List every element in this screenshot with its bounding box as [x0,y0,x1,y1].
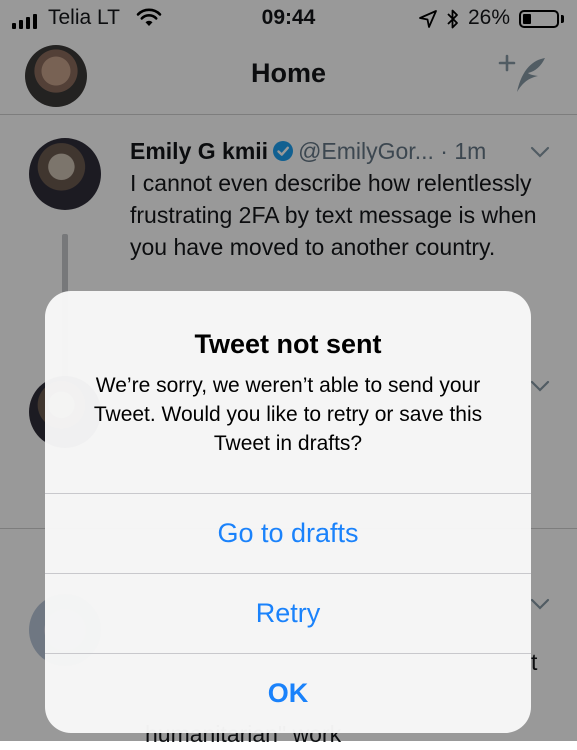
ok-button[interactable]: OK [45,653,531,733]
retry-button[interactable]: Retry [45,573,531,653]
alert-message: We’re sorry, we weren’t able to send you… [93,374,483,455]
alert-dialog: Tweet not sent We’re sorry, we weren’t a… [45,291,531,733]
alert-title: Tweet not sent [194,329,382,359]
go-to-drafts-button[interactable]: Go to drafts [45,493,531,573]
